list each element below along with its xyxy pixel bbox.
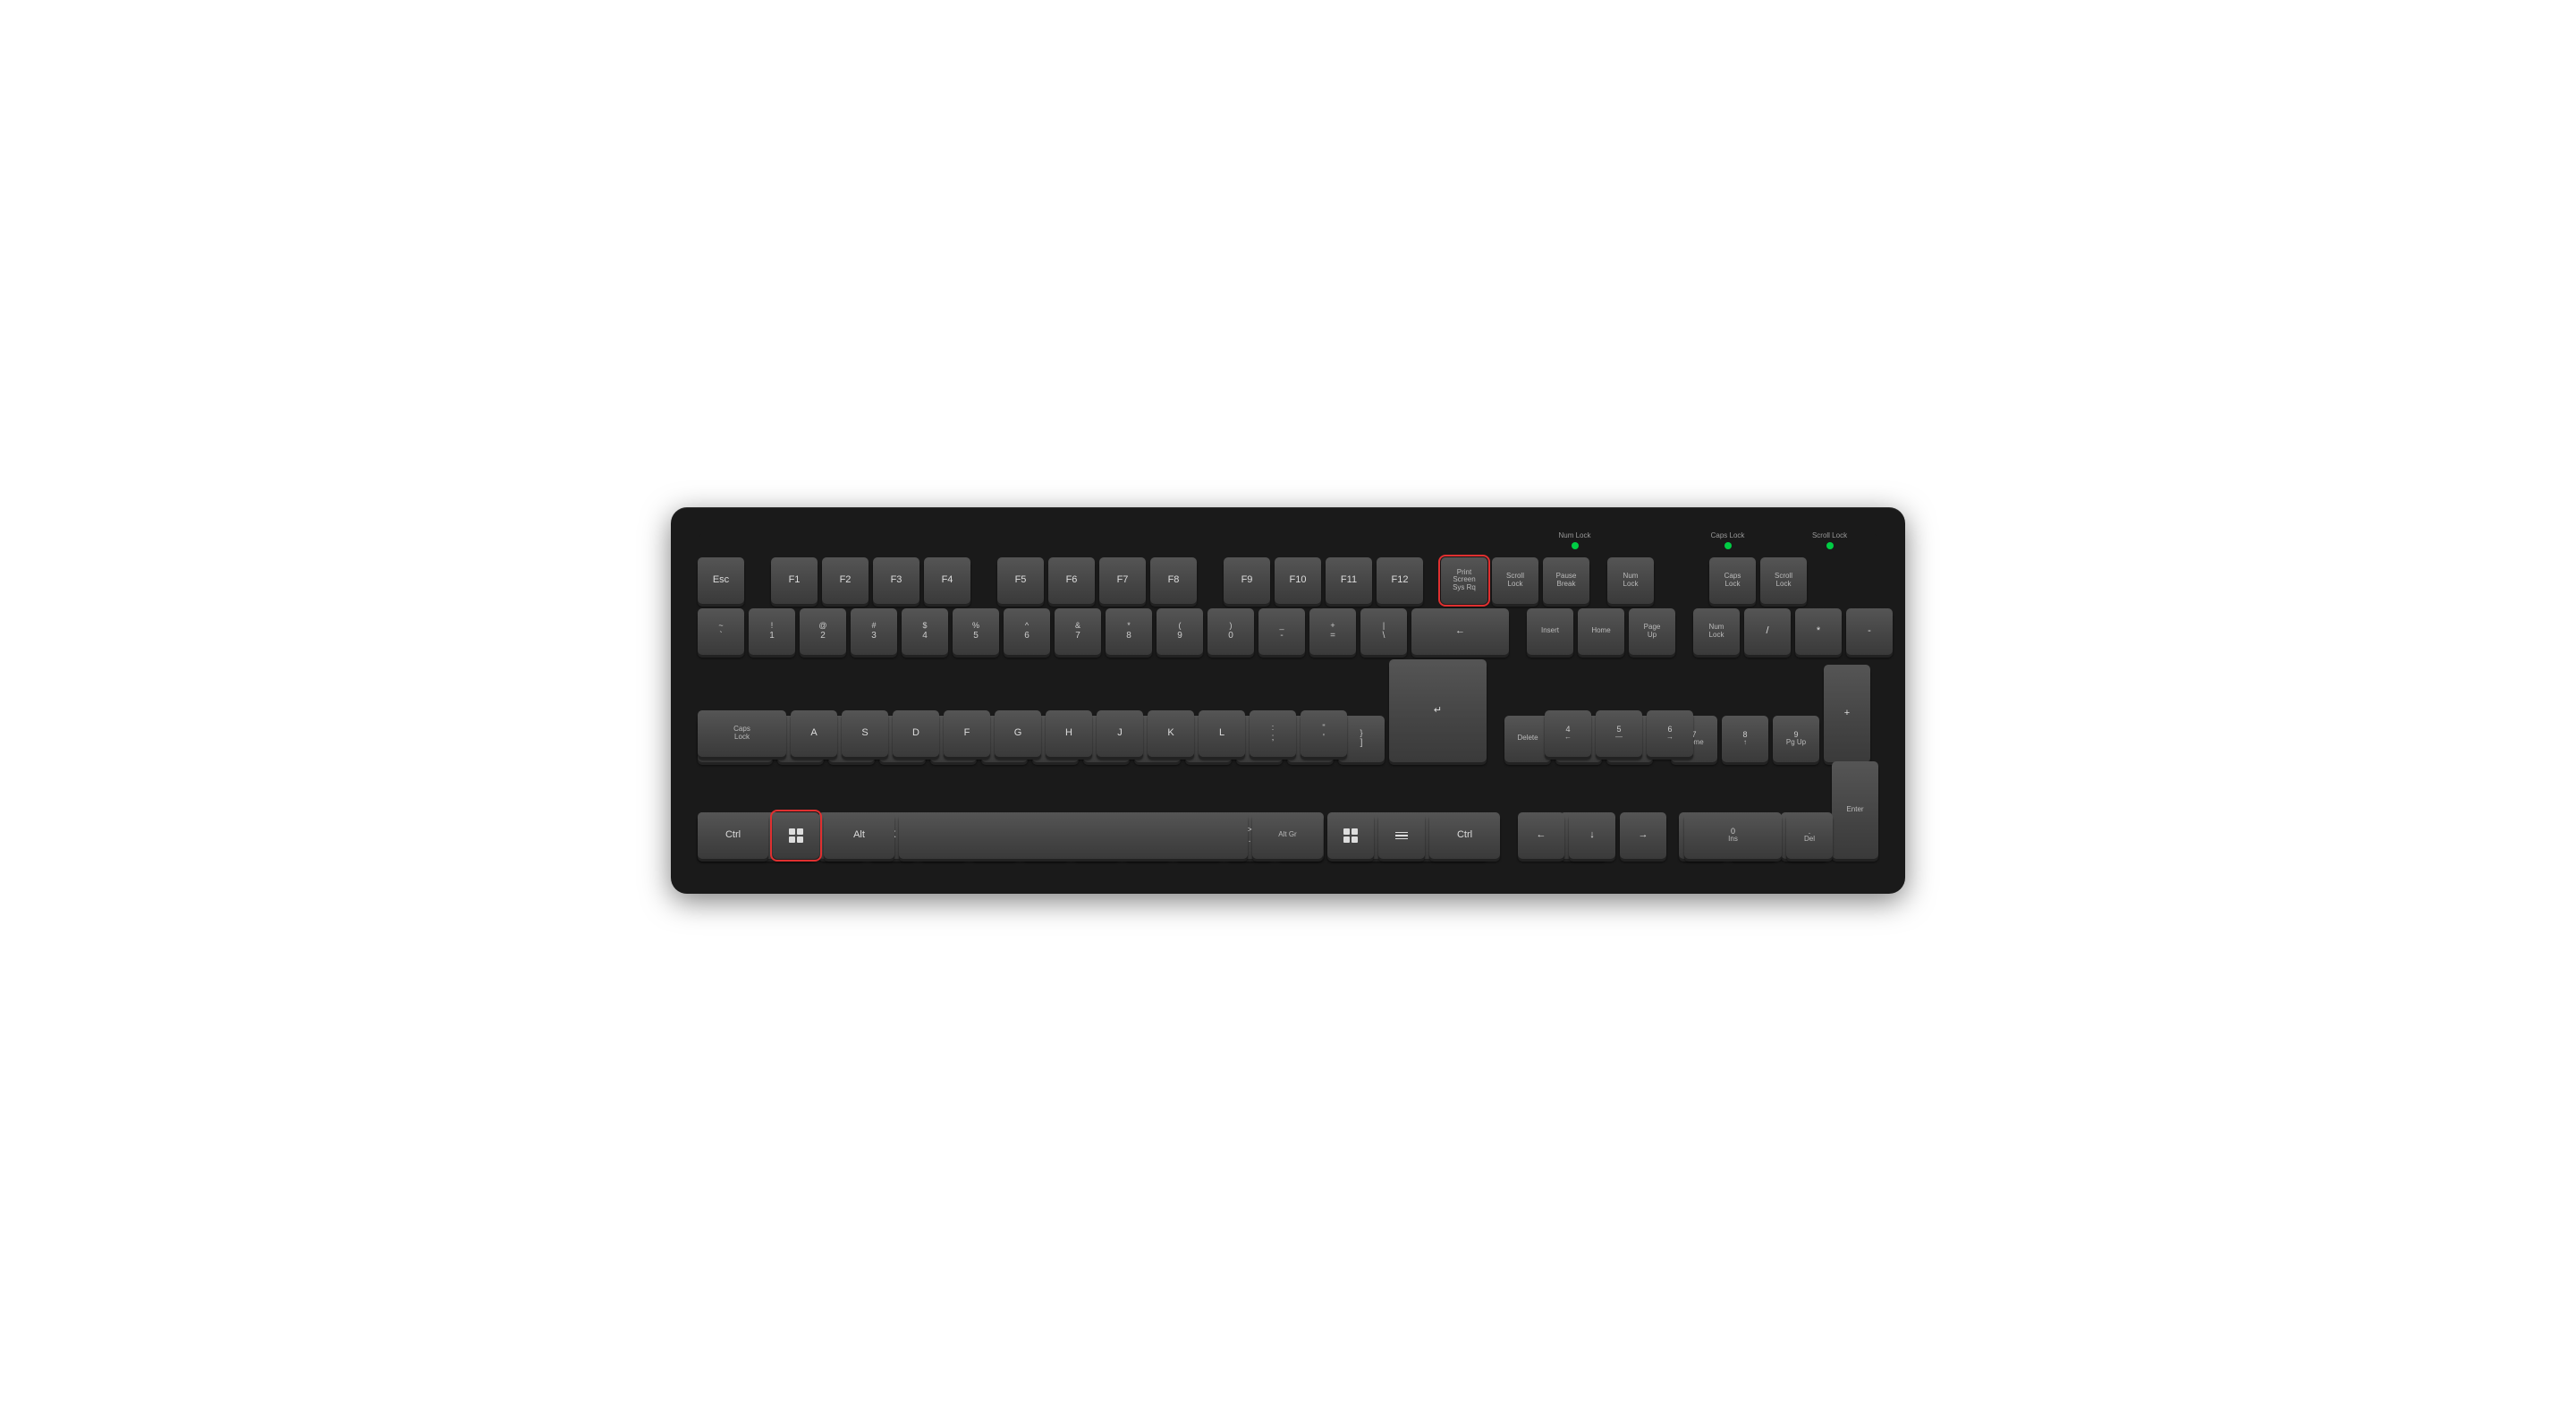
key-left-alt[interactable]: Alt xyxy=(824,812,894,859)
key-minus[interactable]: _ - xyxy=(1258,608,1305,655)
key-left-ctrl[interactable]: Ctrl xyxy=(698,812,768,859)
windows-icon xyxy=(789,828,803,843)
key-backslash[interactable]: | \ xyxy=(1360,608,1407,655)
key-f11[interactable]: F11 xyxy=(1326,557,1372,604)
key-f10[interactable]: F10 xyxy=(1275,557,1321,604)
key-home[interactable]: Home xyxy=(1578,608,1624,655)
scrolllock-led-label: Scroll Lock xyxy=(1812,532,1847,540)
key-capslock-indicator[interactable]: Caps Lock xyxy=(1709,557,1756,604)
key-pageup[interactable]: Page Up xyxy=(1629,608,1675,655)
key-num-minus[interactable]: - xyxy=(1846,608,1893,655)
key-semicolon[interactable]: : ; xyxy=(1250,710,1296,757)
key-num-asterisk[interactable]: * xyxy=(1795,608,1842,655)
key-num4[interactable]: 4 ← xyxy=(1545,710,1591,757)
key-right-ctrl[interactable]: Ctrl xyxy=(1429,812,1500,859)
key-equals[interactable]: + = xyxy=(1309,608,1356,655)
key-altgr[interactable]: Alt Gr xyxy=(1252,812,1323,859)
key-j[interactable]: J xyxy=(1097,710,1143,757)
key-left[interactable]: ← xyxy=(1518,812,1564,859)
key-esc[interactable]: Esc xyxy=(698,557,744,604)
led-indicators: Num Lock Caps Lock Scroll Lock xyxy=(698,532,1878,553)
key-l[interactable]: L xyxy=(1199,710,1245,757)
key-num-enter[interactable]: Enter xyxy=(1832,761,1878,859)
key-backspace[interactable]: ← xyxy=(1411,608,1509,655)
key-insert[interactable]: Insert xyxy=(1527,608,1573,655)
key-scrolllock[interactable]: Scroll Lock xyxy=(1492,557,1538,604)
key-2[interactable]: @ 2 xyxy=(800,608,846,655)
scrolllock-led xyxy=(1826,542,1834,549)
key-f7[interactable]: F7 xyxy=(1099,557,1146,604)
key-g[interactable]: G xyxy=(995,710,1041,757)
key-num-plus[interactable]: + xyxy=(1824,665,1870,762)
capslock-led-label: Caps Lock xyxy=(1711,532,1745,540)
number-row: ~ ` ! 1 @ 2 # 3 $ 4 % 5 xyxy=(698,608,1878,655)
key-space[interactable] xyxy=(899,812,1248,859)
key-down[interactable]: ↓ xyxy=(1569,812,1615,859)
key-f12[interactable]: F12 xyxy=(1377,557,1423,604)
key-8[interactable]: * 8 xyxy=(1106,608,1152,655)
key-capslock[interactable]: Caps Lock xyxy=(698,710,786,757)
function-key-row: Esc F1 F2 F3 F4 F5 F6 F7 F8 F9 F10 F11 F… xyxy=(698,557,1878,604)
key-num0[interactable]: 0 Ins xyxy=(1684,812,1782,859)
key-pause[interactable]: Pause Break xyxy=(1543,557,1589,604)
key-f[interactable]: F xyxy=(944,710,990,757)
key-f3[interactable]: F3 xyxy=(873,557,919,604)
key-left-win[interactable] xyxy=(773,812,819,859)
keyboard-body: Num Lock Caps Lock Scroll Lock xyxy=(698,532,1878,859)
key-9[interactable]: ( 9 xyxy=(1157,608,1203,655)
key-0[interactable]: ) 0 xyxy=(1208,608,1254,655)
key-3[interactable]: # 3 xyxy=(851,608,897,655)
key-right[interactable]: → xyxy=(1620,812,1666,859)
key-f1[interactable]: F1 xyxy=(771,557,818,604)
key-num-del[interactable]: . Del xyxy=(1786,812,1833,859)
numlock-led-label: Num Lock xyxy=(1558,532,1590,540)
key-backtick[interactable]: ~ ` xyxy=(698,608,744,655)
key-6[interactable]: ^ 6 xyxy=(1004,608,1050,655)
key-enter[interactable]: ↵ xyxy=(1389,659,1487,762)
key-a[interactable]: A xyxy=(791,710,837,757)
key-f8[interactable]: F8 xyxy=(1150,557,1197,604)
numlock-led xyxy=(1572,542,1579,549)
key-num-slash[interactable]: / xyxy=(1744,608,1791,655)
capslock-led xyxy=(1724,542,1732,549)
key-num8[interactable]: 8 ↑ xyxy=(1722,716,1768,762)
key-num6[interactable]: 6 → xyxy=(1647,710,1693,757)
key-5[interactable]: % 5 xyxy=(953,608,999,655)
key-printscreen[interactable]: Print Screen Sys Rq xyxy=(1441,557,1487,604)
key-numlock[interactable]: Num Lock xyxy=(1607,557,1654,604)
windows-icon-right xyxy=(1343,828,1358,843)
key-f4[interactable]: F4 xyxy=(924,557,970,604)
key-num5[interactable]: 5 — xyxy=(1596,710,1642,757)
key-4[interactable]: $ 4 xyxy=(902,608,948,655)
key-k[interactable]: K xyxy=(1148,710,1194,757)
key-f2[interactable]: F2 xyxy=(822,557,869,604)
key-1[interactable]: ! 1 xyxy=(749,608,795,655)
key-menu[interactable] xyxy=(1378,812,1425,859)
key-d[interactable]: D xyxy=(893,710,939,757)
key-h[interactable]: H xyxy=(1046,710,1092,757)
key-f6[interactable]: F6 xyxy=(1048,557,1095,604)
menu-icon xyxy=(1395,832,1408,840)
key-right-win[interactable] xyxy=(1327,812,1374,859)
keyboard: Num Lock Caps Lock Scroll Lock xyxy=(671,507,1905,894)
key-f5[interactable]: F5 xyxy=(997,557,1044,604)
key-esc-label: Esc xyxy=(713,574,729,586)
bottom-row: Ctrl Alt Alt Gr xyxy=(698,812,1878,859)
key-scrolllock2[interactable]: Scroll Lock xyxy=(1760,557,1807,604)
key-quote[interactable]: " ' xyxy=(1301,710,1347,757)
key-s[interactable]: S xyxy=(842,710,888,757)
key-num-numlock[interactable]: Num Lock xyxy=(1693,608,1740,655)
key-f9[interactable]: F9 xyxy=(1224,557,1270,604)
key-7[interactable]: & 7 xyxy=(1055,608,1101,655)
key-num9[interactable]: 9 Pg Up xyxy=(1773,716,1819,762)
